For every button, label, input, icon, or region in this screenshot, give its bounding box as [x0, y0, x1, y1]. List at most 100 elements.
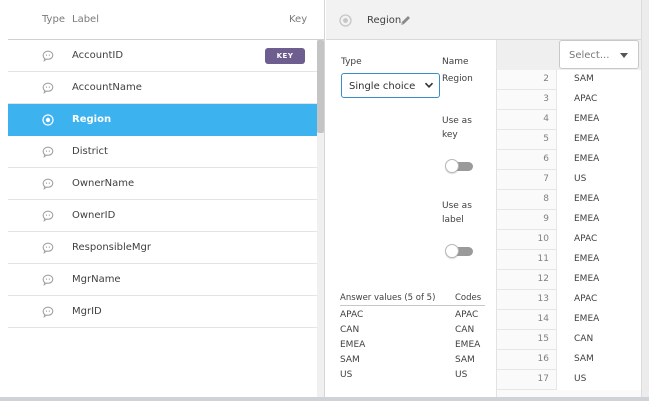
answer-code: APAC — [455, 310, 479, 320]
table-row: 10 APAC — [497, 230, 641, 250]
row-number: 3 — [543, 94, 549, 104]
table-cell[interactable]: US — [556, 370, 641, 390]
table-row: 14 EMEA — [497, 310, 641, 330]
field-label: ResponsibleMgr — [72, 242, 152, 253]
speech-bubble-icon — [42, 82, 54, 94]
cell-value: EMEA — [574, 314, 600, 324]
field-row-accountid[interactable]: AccountID KEY — [8, 40, 317, 72]
row-number: 12 — [537, 274, 549, 284]
type-column-header: Type — [42, 14, 65, 25]
table-cell[interactable]: APAC — [556, 230, 641, 250]
field-row-accountname[interactable]: AccountName — [8, 72, 317, 104]
field-list-scrollbar-thumb[interactable] — [317, 40, 324, 133]
row-number: 11 — [537, 254, 549, 264]
row-number: 2 — [543, 74, 549, 84]
cell-value: APAC — [574, 294, 598, 304]
speech-bubble-icon — [42, 242, 54, 254]
table-cell[interactable]: EMEA — [556, 270, 641, 290]
table-cell[interactable]: EMEA — [556, 130, 641, 150]
cell-value: US — [574, 374, 587, 384]
chevron-down-icon — [424, 80, 434, 90]
table-cell[interactable]: APAC — [556, 90, 641, 110]
field-row-ownername[interactable]: OwnerName — [8, 168, 317, 200]
row-number: 14 — [537, 314, 549, 324]
table-cell[interactable]: EMEA — [556, 190, 641, 210]
field-label: AccountID — [72, 50, 124, 61]
table-row: 2 SAM — [497, 70, 641, 90]
answer-code: EMEA — [455, 340, 481, 350]
table-row: 5 EMEA — [497, 130, 641, 150]
cell-value: APAC — [574, 234, 598, 244]
field-label: OwnerID — [72, 210, 116, 221]
table-row: 11 EMEA — [497, 250, 641, 270]
radio-icon — [339, 14, 352, 27]
answer-value: APAC — [340, 310, 364, 320]
speech-bubble-icon — [42, 178, 54, 190]
cell-value: EMEA — [574, 154, 600, 164]
field-row-district[interactable]: District — [8, 136, 317, 168]
row-number: 16 — [537, 354, 549, 364]
radio-icon — [42, 114, 54, 126]
row-number: 9 — [543, 214, 549, 224]
pencil-icon[interactable] — [399, 14, 412, 27]
use-as-label-label-line1: Use as — [442, 201, 472, 211]
table-row: 4 EMEA — [497, 110, 641, 130]
type-select-value: Single choice — [349, 81, 416, 92]
table-cell[interactable]: US — [556, 170, 641, 190]
field-row-mgrname[interactable]: MgrName — [8, 264, 317, 296]
use-as-label-label-line2: label — [442, 215, 464, 225]
field-label: MgrName — [72, 274, 121, 285]
cell-value: EMEA — [574, 134, 600, 144]
type-select[interactable]: Single choice — [341, 73, 440, 98]
row-number: 5 — [543, 134, 549, 144]
field-row-mgrid[interactable]: MgrID — [8, 296, 317, 328]
cell-value: EMEA — [574, 254, 600, 264]
table-cell[interactable]: EMEA — [556, 150, 641, 170]
cell-value: CAN — [574, 334, 594, 344]
row-number: 13 — [537, 294, 549, 304]
table-cell[interactable]: EMEA — [556, 250, 641, 270]
table-row: 17 US — [497, 370, 641, 390]
answer-value: US — [340, 370, 353, 380]
field-label: District — [72, 146, 108, 157]
field-row-ownerid[interactable]: OwnerID — [8, 200, 317, 232]
table-cell[interactable]: SAM — [556, 350, 641, 370]
table-row: 12 EMEA — [497, 270, 641, 290]
table-cell[interactable]: EMEA — [556, 110, 641, 130]
field-label: AccountName — [72, 82, 142, 93]
table-row: 3 APAC — [497, 90, 641, 110]
field-label: Region — [72, 114, 112, 125]
window-scrollbar[interactable] — [641, 0, 649, 401]
table-cell[interactable]: EMEA — [556, 210, 641, 230]
key-badge: KEY — [265, 48, 305, 64]
toggle-knob — [445, 159, 459, 173]
field-row-responsiblemgr[interactable]: ResponsibleMgr — [8, 232, 317, 264]
table-cell[interactable]: SAM — [556, 70, 641, 90]
table-row: 6 EMEA — [497, 150, 641, 170]
cell-value: US — [574, 174, 587, 184]
question-title: Region — [367, 15, 402, 26]
cell-value: EMEA — [574, 114, 600, 124]
column-select-dropdown[interactable]: Select... — [559, 40, 639, 69]
row-number: 15 — [537, 334, 549, 344]
answer-code: SAM — [455, 355, 475, 365]
use-as-key-label-line1: Use as — [442, 116, 472, 126]
name-value: Region — [442, 74, 473, 84]
use-as-key-toggle[interactable] — [445, 159, 473, 173]
codes-header: Codes — [455, 293, 482, 303]
speech-bubble-icon — [42, 306, 54, 318]
row-number: 17 — [537, 374, 549, 384]
speech-bubble-icon — [42, 274, 54, 286]
table-cell[interactable]: EMEA — [556, 310, 641, 330]
field-row-region[interactable]: Region — [8, 104, 317, 136]
use-as-key-label-line2: key — [442, 130, 458, 140]
use-as-label-toggle[interactable] — [445, 244, 473, 258]
field-label: OwnerName — [72, 178, 135, 189]
table-cell[interactable]: APAC — [556, 290, 641, 310]
key-column-header: Key — [289, 14, 308, 25]
table-row: 7 US — [497, 170, 641, 190]
toggle-knob — [445, 244, 459, 258]
label-column-header: Label — [72, 14, 99, 25]
table-cell[interactable]: CAN — [556, 330, 641, 350]
cell-value: EMEA — [574, 274, 600, 284]
